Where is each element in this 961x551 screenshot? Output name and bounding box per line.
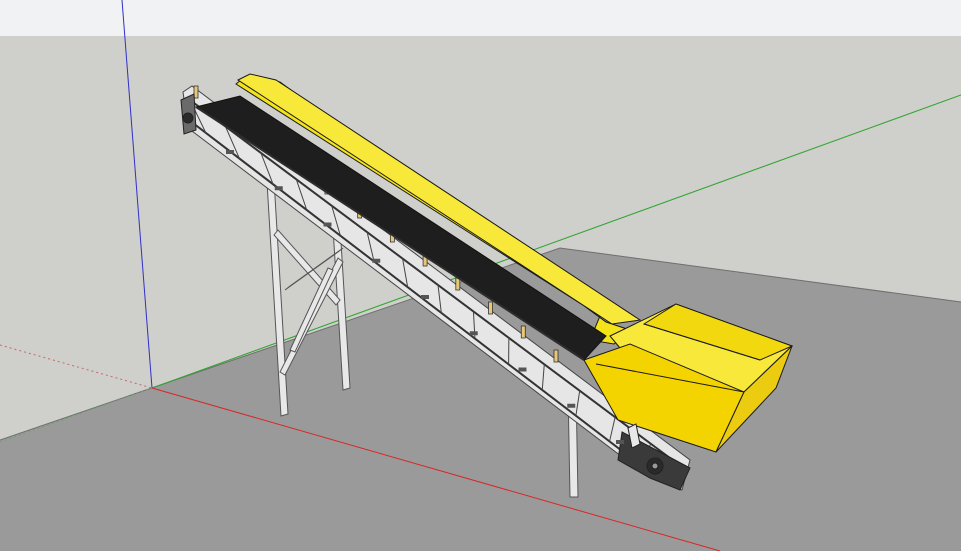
truss-post: [553, 349, 559, 363]
return-roller: [567, 403, 576, 408]
head-pulley: [182, 112, 194, 124]
return-roller: [274, 186, 283, 191]
sketchup-viewport[interactable]: [0, 0, 961, 551]
return-roller: [323, 222, 332, 227]
return-roller: [372, 258, 381, 263]
truss-post: [520, 325, 526, 339]
return-roller: [616, 440, 624, 444]
head-pulley-unit[interactable]: [180, 93, 197, 135]
return-roller: [469, 331, 478, 336]
return-roller: [421, 295, 429, 299]
drive-pulley-hub: [651, 462, 659, 470]
truss-post: [488, 301, 493, 315]
return-roller: [518, 367, 527, 372]
return-roller: [226, 150, 234, 154]
sky-background: [0, 0, 961, 36]
3d-model-scene[interactable]: [0, 0, 961, 551]
